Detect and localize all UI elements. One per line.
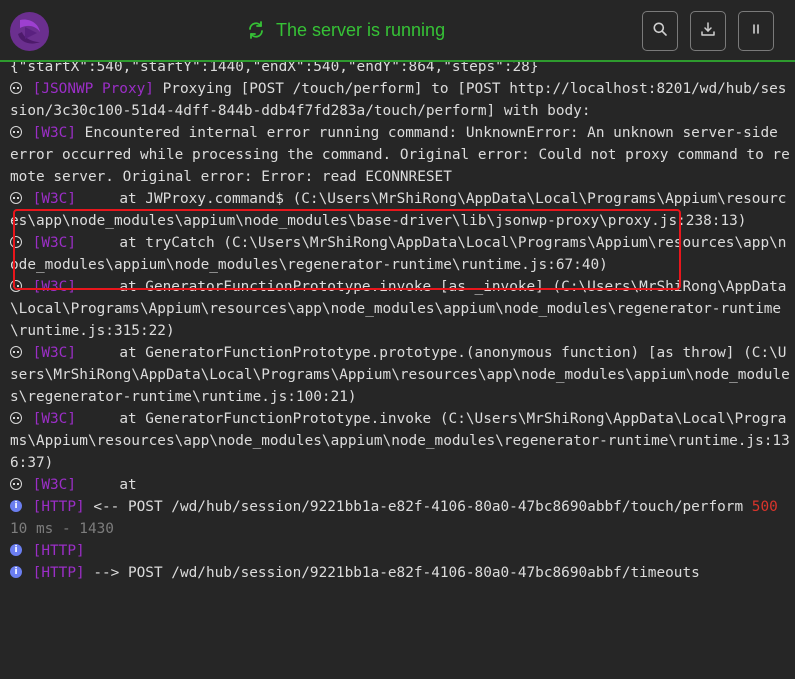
debug-icon xyxy=(10,280,22,292)
debug-icon xyxy=(10,192,22,204)
pause-icon xyxy=(748,21,764,41)
pause-button[interactable] xyxy=(738,11,774,51)
log-entry: [W3C] at JWProxy.command$ (C:\Users\MrSh… xyxy=(10,188,790,232)
log-message: at GeneratorFunctionPrototype.prototype.… xyxy=(10,345,790,405)
log-tag: [W3C] xyxy=(32,411,76,427)
debug-icon xyxy=(10,412,22,424)
log-entry: [W3C] at tryCatch (C:\Users\MrShiRong\Ap… xyxy=(10,232,790,276)
log-message: Encountered internal error running comma… xyxy=(10,125,790,185)
log-message: at GeneratorFunctionPrototype.invoke (C:… xyxy=(10,411,790,471)
log-tag: [W3C] xyxy=(32,191,76,207)
info-icon xyxy=(10,561,22,583)
log-tag: [W3C] xyxy=(32,279,76,295)
log-entries: [JSONWP Proxy] Proxying [POST /touch/per… xyxy=(10,78,790,584)
info-icon xyxy=(10,539,22,561)
log-entry: [W3C] at GeneratorFunctionPrototype.prot… xyxy=(10,342,790,408)
log-tag: [HTTP] xyxy=(32,499,85,515)
log-message: at tryCatch (C:\Users\MrShiRong\AppData\… xyxy=(10,235,787,273)
app-header: The server is running xyxy=(0,0,795,62)
refresh-icon xyxy=(246,20,266,40)
log-entry: [HTTP] xyxy=(10,539,790,562)
log-line-partial: {"startX":540,"startY":1440,"endX":540,"… xyxy=(10,62,539,75)
log-message: --> POST /wd/hub/session/9221bb1a-e82f-4… xyxy=(84,565,700,581)
download-logs-button[interactable] xyxy=(690,11,726,51)
log-entry: [HTTP] <-- POST /wd/hub/session/9221bb1a… xyxy=(10,495,790,540)
info-icon xyxy=(10,495,22,517)
log-entry: [W3C] Encountered internal error running… xyxy=(10,122,790,188)
log-entry: [W3C] at GeneratorFunctionPrototype.invo… xyxy=(10,408,790,474)
appium-logo xyxy=(10,12,49,51)
log-message: at JWProxy.command$ (C:\Users\MrShiRong\… xyxy=(10,191,787,229)
debug-icon xyxy=(10,82,22,94)
download-icon xyxy=(700,21,716,41)
log-message: at GeneratorFunctionPrototype.invoke [as… xyxy=(10,279,787,339)
debug-icon xyxy=(10,346,22,358)
log-tag: [HTTP] xyxy=(32,543,85,559)
server-status-text: The server is running xyxy=(276,19,446,40)
log-message: at xyxy=(76,477,137,493)
log-message: <-- POST /wd/hub/session/9221bb1a-e82f-4… xyxy=(84,499,752,515)
log-tag: [W3C] xyxy=(32,477,76,493)
log-entry: [W3C] at GeneratorFunctionPrototype.invo… xyxy=(10,276,790,342)
log-tag: [W3C] xyxy=(32,235,76,251)
log-entry: [W3C] at xyxy=(10,474,790,496)
log-entry: [HTTP] --> POST /wd/hub/session/9221bb1a… xyxy=(10,561,790,584)
log-entry: [JSONWP Proxy] Proxying [POST /touch/per… xyxy=(10,78,790,122)
log-tag: [W3C] xyxy=(32,345,76,361)
search-button[interactable] xyxy=(642,11,678,51)
log-tag: [W3C] xyxy=(32,125,76,141)
log-tag: [JSONWP Proxy] xyxy=(32,81,154,97)
log-panel[interactable]: {"startX":540,"startY":1440,"endX":540,"… xyxy=(10,62,790,679)
server-status: The server is running xyxy=(246,18,445,42)
search-icon xyxy=(652,21,668,41)
debug-icon xyxy=(10,478,22,490)
debug-icon xyxy=(10,126,22,138)
http-status-code: 500 xyxy=(751,499,778,515)
debug-icon xyxy=(10,236,22,248)
log-tag: [HTTP] xyxy=(32,565,85,581)
